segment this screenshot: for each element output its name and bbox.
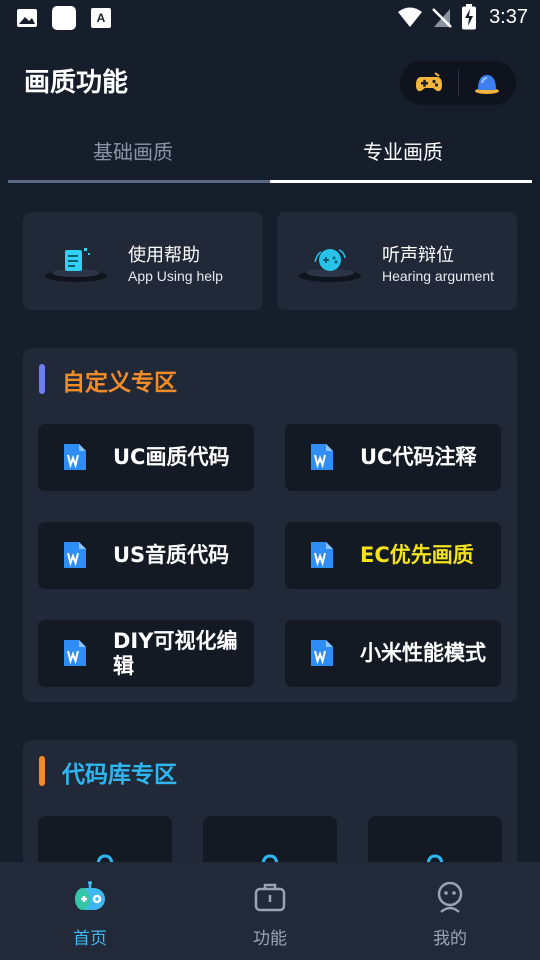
- svg-text:A: A: [97, 11, 106, 25]
- nav-features[interactable]: 功能: [220, 880, 320, 949]
- help-card-hearing[interactable]: 听声辩位 Hearing argument: [277, 212, 517, 310]
- no-signal-icon: [432, 8, 452, 28]
- section-accent-bar: [39, 756, 45, 786]
- code-button-label: DIY可视化编辑: [113, 628, 238, 678]
- section-title: 自定义专区: [62, 370, 177, 396]
- tab-pro-quality[interactable]: 专业画质: [363, 136, 443, 165]
- uc-quality-code-button[interactable]: UC画质代码: [38, 424, 254, 491]
- help-title: 使用帮助: [128, 245, 200, 266]
- user-face-icon: [437, 881, 463, 913]
- code-button-label: 小米性能模式: [360, 641, 486, 665]
- code-button-label: UC画质代码: [113, 445, 230, 469]
- image-notification-icon: [17, 9, 37, 27]
- home-robot-icon: [75, 881, 105, 910]
- hearing-gamepad-icon: [299, 249, 361, 282]
- nav-profile[interactable]: 我的: [400, 880, 500, 949]
- nav-label: 功能: [253, 929, 287, 949]
- gamepad-icon: [415, 72, 442, 92]
- app-notification-icon: [52, 6, 76, 30]
- bell-icon: [475, 75, 500, 94]
- tab-basic-quality[interactable]: 基础画质: [93, 136, 173, 165]
- uc-code-notes-button[interactable]: UC代码注释: [285, 424, 501, 491]
- notification-button[interactable]: [458, 61, 516, 105]
- tab-bar: 基础画质 专业画质: [8, 126, 532, 186]
- status-time: 3:37: [489, 5, 528, 28]
- help-subtitle: App Using help: [128, 268, 223, 284]
- custom-section: 自定义专区 UC画质代码 UC代码注释 US音质代码 EC优先画质 DIY可视化…: [23, 348, 517, 702]
- ec-priority-quality-button[interactable]: EC优先画质: [285, 522, 501, 589]
- document-w-icon: [311, 640, 333, 666]
- help-card-usage[interactable]: 使用帮助 App Using help: [23, 212, 263, 310]
- code-button-label: UC代码注释: [360, 445, 477, 469]
- us-audio-code-button[interactable]: US音质代码: [38, 522, 254, 589]
- keyboard-notification-icon: A: [91, 8, 111, 28]
- status-bar: A 3:37: [0, 0, 540, 36]
- help-doc-icon: [45, 248, 107, 282]
- header-action-pill: [400, 61, 516, 105]
- nav-home[interactable]: 首页: [40, 880, 140, 949]
- help-subtitle: Hearing argument: [382, 268, 495, 284]
- document-w-icon: [64, 542, 86, 568]
- battery-charging-icon: [462, 4, 477, 30]
- document-w-icon: [311, 542, 333, 568]
- section-accent-bar: [39, 364, 45, 394]
- document-w-icon: [64, 444, 86, 470]
- section-title: 代码库专区: [62, 762, 177, 788]
- nav-label: 我的: [433, 929, 467, 949]
- document-w-icon: [311, 444, 333, 470]
- bottom-navigation: 首页 功能 我的: [0, 862, 540, 960]
- tab-track-inactive: [8, 180, 270, 183]
- diy-visual-edit-button[interactable]: DIY可视化编辑: [38, 620, 254, 687]
- page-title: 画质功能: [24, 68, 129, 98]
- code-button-label: US音质代码: [113, 543, 230, 567]
- wifi-icon: [398, 7, 423, 27]
- document-w-icon: [64, 640, 86, 666]
- help-title: 听声辩位: [382, 245, 454, 266]
- briefcase-icon: [254, 883, 286, 912]
- game-button[interactable]: [400, 61, 458, 105]
- xiaomi-performance-button[interactable]: 小米性能模式: [285, 620, 501, 687]
- nav-label: 首页: [73, 929, 107, 949]
- code-button-label: EC优先画质: [360, 543, 474, 567]
